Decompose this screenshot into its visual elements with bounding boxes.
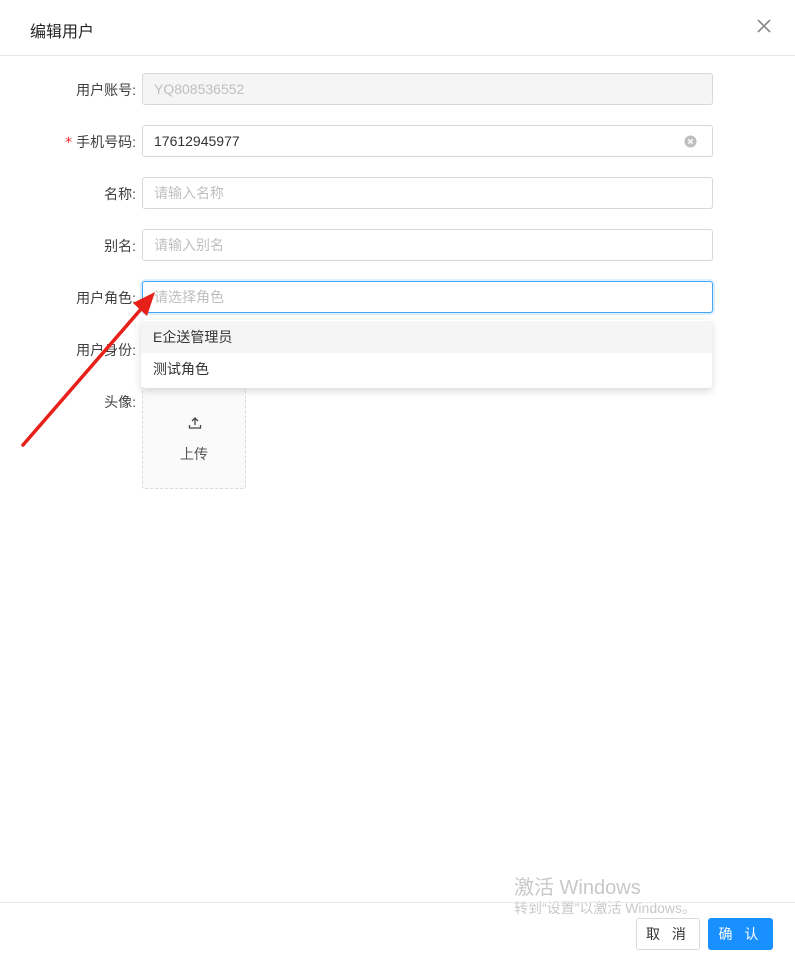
annotation-arrow [21,292,155,447]
edit-user-modal: 编辑用户 用户账号: YQ808536552 * 手机号码: 1761294597… [0,0,795,959]
